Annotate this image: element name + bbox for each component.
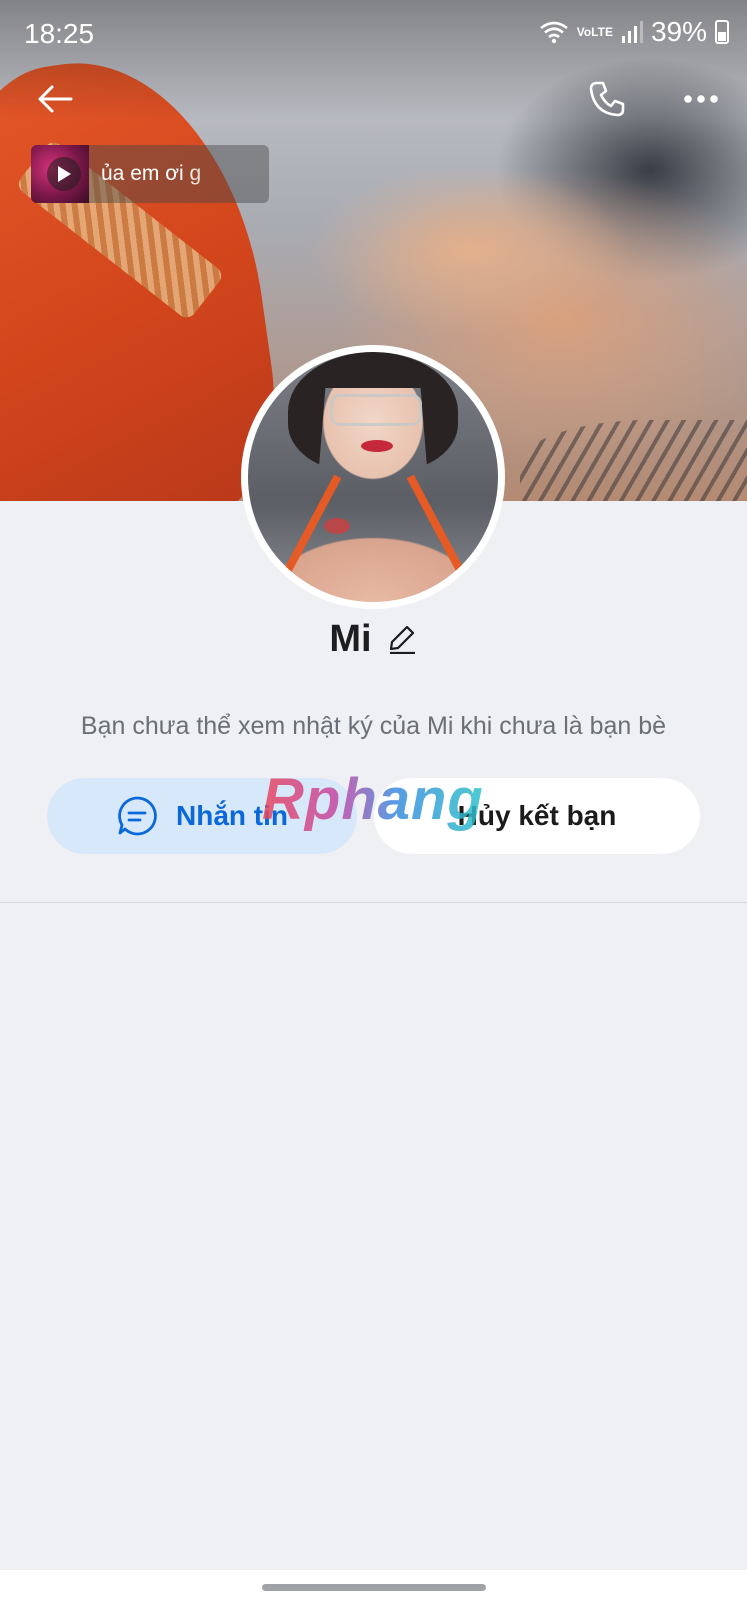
volte-icon: VoLTE: [577, 26, 613, 38]
back-arrow-icon: [38, 85, 73, 113]
home-indicator[interactable]: [262, 1584, 486, 1591]
call-button[interactable]: [580, 72, 634, 126]
unfriend-button[interactable]: Hủy kết bạn: [374, 778, 700, 854]
diary-restriction-text: Bạn chưa thể xem nhật ký của Mi khi chưa…: [80, 712, 667, 740]
back-button[interactable]: [30, 74, 80, 124]
signal-icon: [621, 21, 643, 43]
name-row: Mi: [0, 614, 747, 664]
avatar[interactable]: [241, 345, 505, 609]
play-icon: [47, 157, 81, 191]
status-icons: VoLTE 39%: [539, 16, 729, 48]
profile-name: Mi: [329, 617, 372, 660]
battery-icon: [715, 20, 729, 44]
profile-music-chip[interactable]: ủa em ơi g: [31, 145, 269, 203]
avatar-glasses-shape: [330, 394, 422, 426]
chat-bubble-icon: [118, 796, 157, 836]
avatar-kiss-shape: [324, 518, 350, 534]
cover-tattoo-shape: [520, 420, 747, 501]
music-title: ủa em ơi g: [101, 162, 202, 185]
unfriend-button-label: Hủy kết bạn: [457, 800, 617, 831]
volte-label: VoLTE: [576, 25, 613, 39]
message-button-label: Nhắn tin: [176, 800, 288, 831]
status-bar: 18:25 VoLTE 39%: [0, 0, 747, 54]
wifi-icon: [539, 21, 568, 44]
status-time: 18:25: [24, 18, 95, 49]
battery-percent: 39%: [650, 16, 707, 47]
avatar-strap-shape: [406, 474, 466, 576]
message-button[interactable]: Nhắn tin: [47, 778, 357, 854]
edit-name-button[interactable]: [386, 623, 418, 655]
section-divider: [0, 902, 747, 903]
more-icon: [684, 95, 718, 103]
avatar-photo: [248, 352, 498, 602]
pencil-icon: [389, 625, 415, 654]
more-options-button[interactable]: [674, 72, 728, 126]
music-thumbnail: [31, 145, 89, 203]
phone-icon: [589, 81, 625, 117]
avatar-lips-shape: [361, 440, 393, 452]
